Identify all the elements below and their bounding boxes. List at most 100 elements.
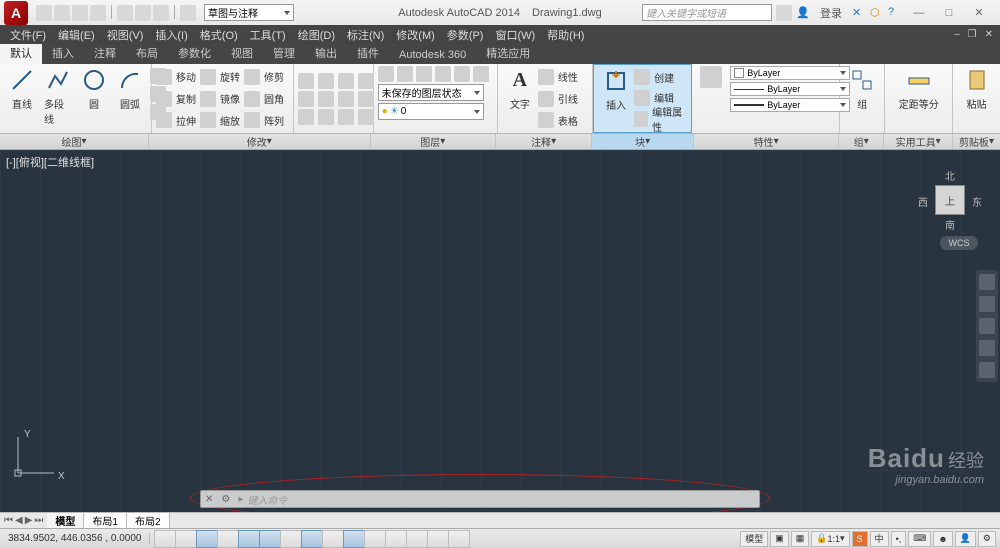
color-dropdown[interactable]: ByLayer bbox=[730, 66, 850, 80]
coordinates-display[interactable]: 3834.9502, 446.0356 , 0.0000 bbox=[0, 533, 150, 544]
extend-icon[interactable] bbox=[318, 91, 334, 107]
blend-icon[interactable] bbox=[338, 109, 354, 125]
viewcube-south[interactable]: 南 bbox=[945, 217, 955, 232]
panel-label-block[interactable]: 块 ▾ bbox=[592, 134, 694, 149]
menu-window[interactable]: 窗口(W) bbox=[489, 27, 541, 43]
tab-insert[interactable]: 插入 bbox=[42, 42, 84, 64]
panel-label-group[interactable]: 组 ▾ bbox=[839, 134, 884, 149]
scale-icon[interactable] bbox=[200, 112, 216, 128]
qat-print-icon[interactable] bbox=[117, 5, 133, 21]
showmotion-icon[interactable] bbox=[979, 362, 995, 378]
orbit-icon[interactable] bbox=[979, 340, 995, 356]
ducs-icon[interactable] bbox=[322, 530, 344, 548]
layer-dropdown[interactable]: ●☀0 bbox=[378, 103, 484, 120]
table-icon[interactable] bbox=[538, 112, 554, 128]
menu-view[interactable]: 视图(V) bbox=[101, 27, 150, 43]
qat-undo-icon[interactable] bbox=[135, 5, 151, 21]
tab-manage[interactable]: 管理 bbox=[263, 42, 305, 64]
panel-label-layer[interactable]: 图层 ▾ bbox=[371, 134, 496, 149]
tab-a360[interactable]: Autodesk 360 bbox=[389, 46, 476, 64]
menu-dimension[interactable]: 标注(N) bbox=[341, 27, 390, 43]
ltab-first-icon[interactable]: ⏮ bbox=[4, 515, 13, 526]
layerprop-icon[interactable] bbox=[378, 66, 394, 82]
wcs-label[interactable]: WCS bbox=[940, 236, 978, 250]
menu-modify[interactable]: 修改(M) bbox=[390, 27, 441, 43]
cmdline-input[interactable]: 键入命令 bbox=[247, 492, 287, 507]
help-icon[interactable]: ? bbox=[888, 6, 902, 20]
snap-icon[interactable] bbox=[175, 530, 197, 548]
sc-icon[interactable] bbox=[427, 530, 449, 548]
paste-button[interactable]: 粘贴 bbox=[957, 66, 996, 111]
panel-label-annotate[interactable]: 注释 ▾ bbox=[496, 134, 592, 149]
layout-tab-1[interactable]: 布局1 bbox=[84, 513, 127, 529]
panel-label-draw[interactable]: 绘图 ▾ bbox=[0, 134, 149, 149]
offset-icon[interactable] bbox=[338, 73, 354, 89]
qat-saveas-icon[interactable] bbox=[90, 5, 106, 21]
layerlock-icon[interactable] bbox=[435, 66, 451, 82]
menu-insert[interactable]: 插入(I) bbox=[149, 27, 193, 43]
help-search-input[interactable]: 键入关键字或短语 bbox=[642, 4, 772, 21]
qp-icon[interactable] bbox=[406, 530, 428, 548]
ltab-last-icon[interactable]: ⏭ bbox=[34, 515, 43, 526]
qat-save-icon[interactable] bbox=[72, 5, 88, 21]
cmdline-close-icon[interactable]: ✕ bbox=[201, 494, 217, 505]
lineweight-dropdown[interactable]: ByLayer bbox=[730, 82, 850, 96]
viewcube-east[interactable]: 东 bbox=[972, 194, 982, 209]
blockedit-icon[interactable] bbox=[634, 90, 650, 106]
menu-param[interactable]: 参数(P) bbox=[441, 27, 490, 43]
move-icon[interactable] bbox=[156, 69, 172, 85]
panel-label-modify[interactable]: 修改 ▾ bbox=[149, 134, 371, 149]
qat-redo-icon[interactable] bbox=[153, 5, 169, 21]
tab-output[interactable]: 输出 bbox=[305, 42, 347, 64]
matchprop-icon[interactable] bbox=[696, 66, 726, 131]
line-button[interactable]: 直线 bbox=[4, 66, 40, 131]
drawing-area[interactable]: [-][俯视][二维线框] Y X 上 北 南 西 东 WCS ✕ ⚙ ▸ 键入… bbox=[0, 150, 1000, 512]
tab-featured[interactable]: 精选应用 bbox=[476, 42, 540, 64]
layerprev-icon[interactable] bbox=[473, 66, 489, 82]
sign-in-link[interactable]: 登录 bbox=[820, 5, 842, 21]
measure-button[interactable]: 定距等分 bbox=[889, 66, 948, 111]
layout-tab-2[interactable]: 布局2 bbox=[127, 513, 170, 529]
panel-label-utilities[interactable]: 实用工具 ▾ bbox=[884, 134, 953, 149]
tab-parametric[interactable]: 参数化 bbox=[168, 42, 221, 64]
tab-layout[interactable]: 布局 bbox=[126, 42, 168, 64]
am-icon[interactable] bbox=[448, 530, 470, 548]
fillet-icon[interactable] bbox=[244, 91, 260, 107]
app-menu-button[interactable]: A bbox=[4, 1, 28, 25]
menu-file[interactable]: 文件(F) bbox=[4, 27, 52, 43]
layermatch-icon[interactable] bbox=[454, 66, 470, 82]
explode-icon[interactable] bbox=[318, 73, 334, 89]
layerfreeze-icon[interactable] bbox=[416, 66, 432, 82]
polyline-button[interactable]: 多段线 bbox=[40, 66, 76, 131]
search-icon[interactable] bbox=[776, 5, 792, 21]
3dosnap-icon[interactable] bbox=[280, 530, 302, 548]
copy-icon[interactable] bbox=[156, 91, 172, 107]
ortho-icon[interactable] bbox=[217, 530, 239, 548]
reverse-icon[interactable] bbox=[318, 109, 334, 125]
window-maximize-button[interactable]: □ bbox=[936, 4, 962, 22]
zoom-icon[interactable] bbox=[979, 318, 995, 334]
menu-edit[interactable]: 编辑(E) bbox=[52, 27, 101, 43]
otrack-icon[interactable] bbox=[301, 530, 323, 548]
layeroff-icon[interactable] bbox=[397, 66, 413, 82]
lwt-icon[interactable] bbox=[364, 530, 386, 548]
mdi-minimize-icon[interactable]: – bbox=[951, 29, 963, 40]
command-line[interactable]: ✕ ⚙ ▸ 键入命令 bbox=[200, 490, 760, 508]
viewport-label[interactable]: [-][俯视][二维线框] bbox=[6, 154, 94, 170]
qat-new-icon[interactable] bbox=[36, 5, 52, 21]
circle-button[interactable]: 圆 bbox=[76, 66, 112, 131]
ltab-next-icon[interactable]: ▶ bbox=[25, 515, 33, 526]
layout-tab-model[interactable]: 模型 bbox=[47, 513, 84, 529]
text-button[interactable]: A文字 bbox=[502, 66, 538, 131]
qat-workspace-icon[interactable] bbox=[180, 5, 196, 21]
menu-format[interactable]: 格式(O) bbox=[194, 27, 244, 43]
break-icon[interactable] bbox=[298, 91, 314, 107]
overkill-icon[interactable] bbox=[358, 109, 374, 125]
tab-plugins[interactable]: 插件 bbox=[347, 42, 389, 64]
group-button[interactable]: 组 bbox=[844, 66, 880, 111]
lengthen-icon[interactable] bbox=[298, 109, 314, 125]
view-cube[interactable]: 上 北 南 西 东 bbox=[918, 168, 982, 232]
mdi-close-icon[interactable]: ✕ bbox=[982, 29, 996, 40]
insert-button[interactable]: 插入 bbox=[598, 67, 634, 130]
ltab-prev-icon[interactable]: ◀ bbox=[15, 515, 23, 526]
